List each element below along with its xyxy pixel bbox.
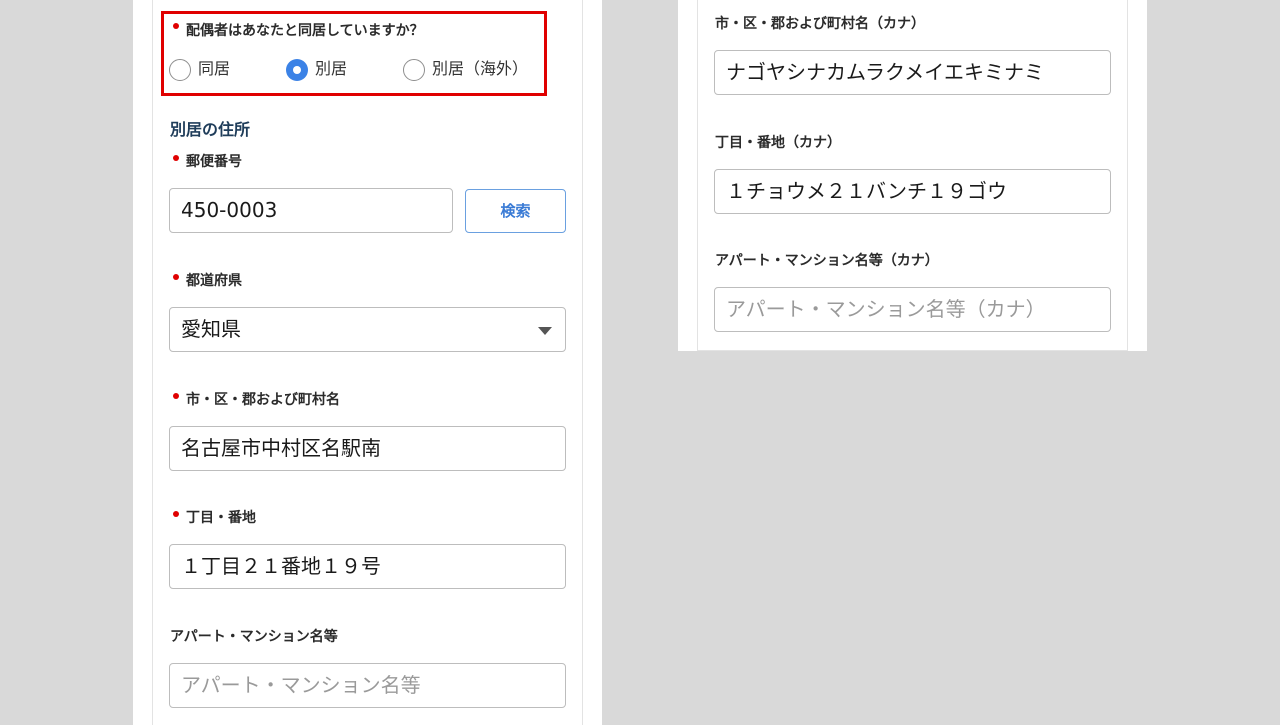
spouse-radio-group: 同居 別居 別居（海外）	[169, 58, 539, 82]
block-kana-label: 丁目・番地（カナ）	[715, 135, 841, 151]
city-kana-input[interactable]: ナゴヤシナカムラクメイエキミナミ	[714, 50, 1111, 95]
section-title-separate-address: 別居の住所	[170, 120, 251, 139]
city-input[interactable]: 名古屋市中村区名駅南	[169, 426, 566, 471]
radio-separate-overseas[interactable]	[403, 59, 425, 81]
required-indicator	[173, 155, 179, 161]
building-kana-input[interactable]: アパート・マンション名等（カナ）	[714, 287, 1111, 332]
left-form-inner	[152, 0, 583, 725]
city-label: 市・区・郡および町村名	[186, 392, 340, 408]
required-indicator	[173, 274, 179, 280]
prefecture-label: 都道府県	[186, 273, 242, 289]
spouse-question-label: 配偶者はあなたと同居していますか？	[186, 23, 424, 39]
building-label: アパート・マンション名等	[170, 629, 338, 645]
postal-code-label: 郵便番号	[186, 154, 242, 170]
radio-separate-label[interactable]: 別居	[315, 58, 347, 80]
search-button[interactable]: 検索	[465, 189, 566, 233]
required-indicator	[173, 23, 179, 29]
chevron-down-icon[interactable]	[538, 327, 552, 335]
required-indicator	[173, 393, 179, 399]
prefecture-selected-value: 愛知県	[181, 317, 241, 341]
required-indicator	[173, 511, 179, 517]
building-kana-label: アパート・マンション名等（カナ）	[715, 253, 939, 269]
block-label: 丁目・番地	[186, 510, 256, 526]
radio-separate[interactable]	[286, 59, 308, 81]
building-input[interactable]: アパート・マンション名等	[169, 663, 566, 708]
block-kana-input[interactable]: １チョウメ２１バンチ１９ゴウ	[714, 169, 1111, 214]
prefecture-select[interactable]: 愛知県	[169, 307, 566, 352]
radio-cohabiting-label[interactable]: 同居	[198, 58, 230, 80]
radio-separate-overseas-label[interactable]: 別居（海外）	[432, 58, 528, 80]
radio-cohabiting[interactable]	[169, 59, 191, 81]
block-input[interactable]: １丁目２１番地１９号	[169, 544, 566, 589]
city-kana-label: 市・区・郡および町村名（カナ）	[715, 16, 925, 32]
postal-code-input[interactable]: 450-0003	[169, 188, 453, 233]
